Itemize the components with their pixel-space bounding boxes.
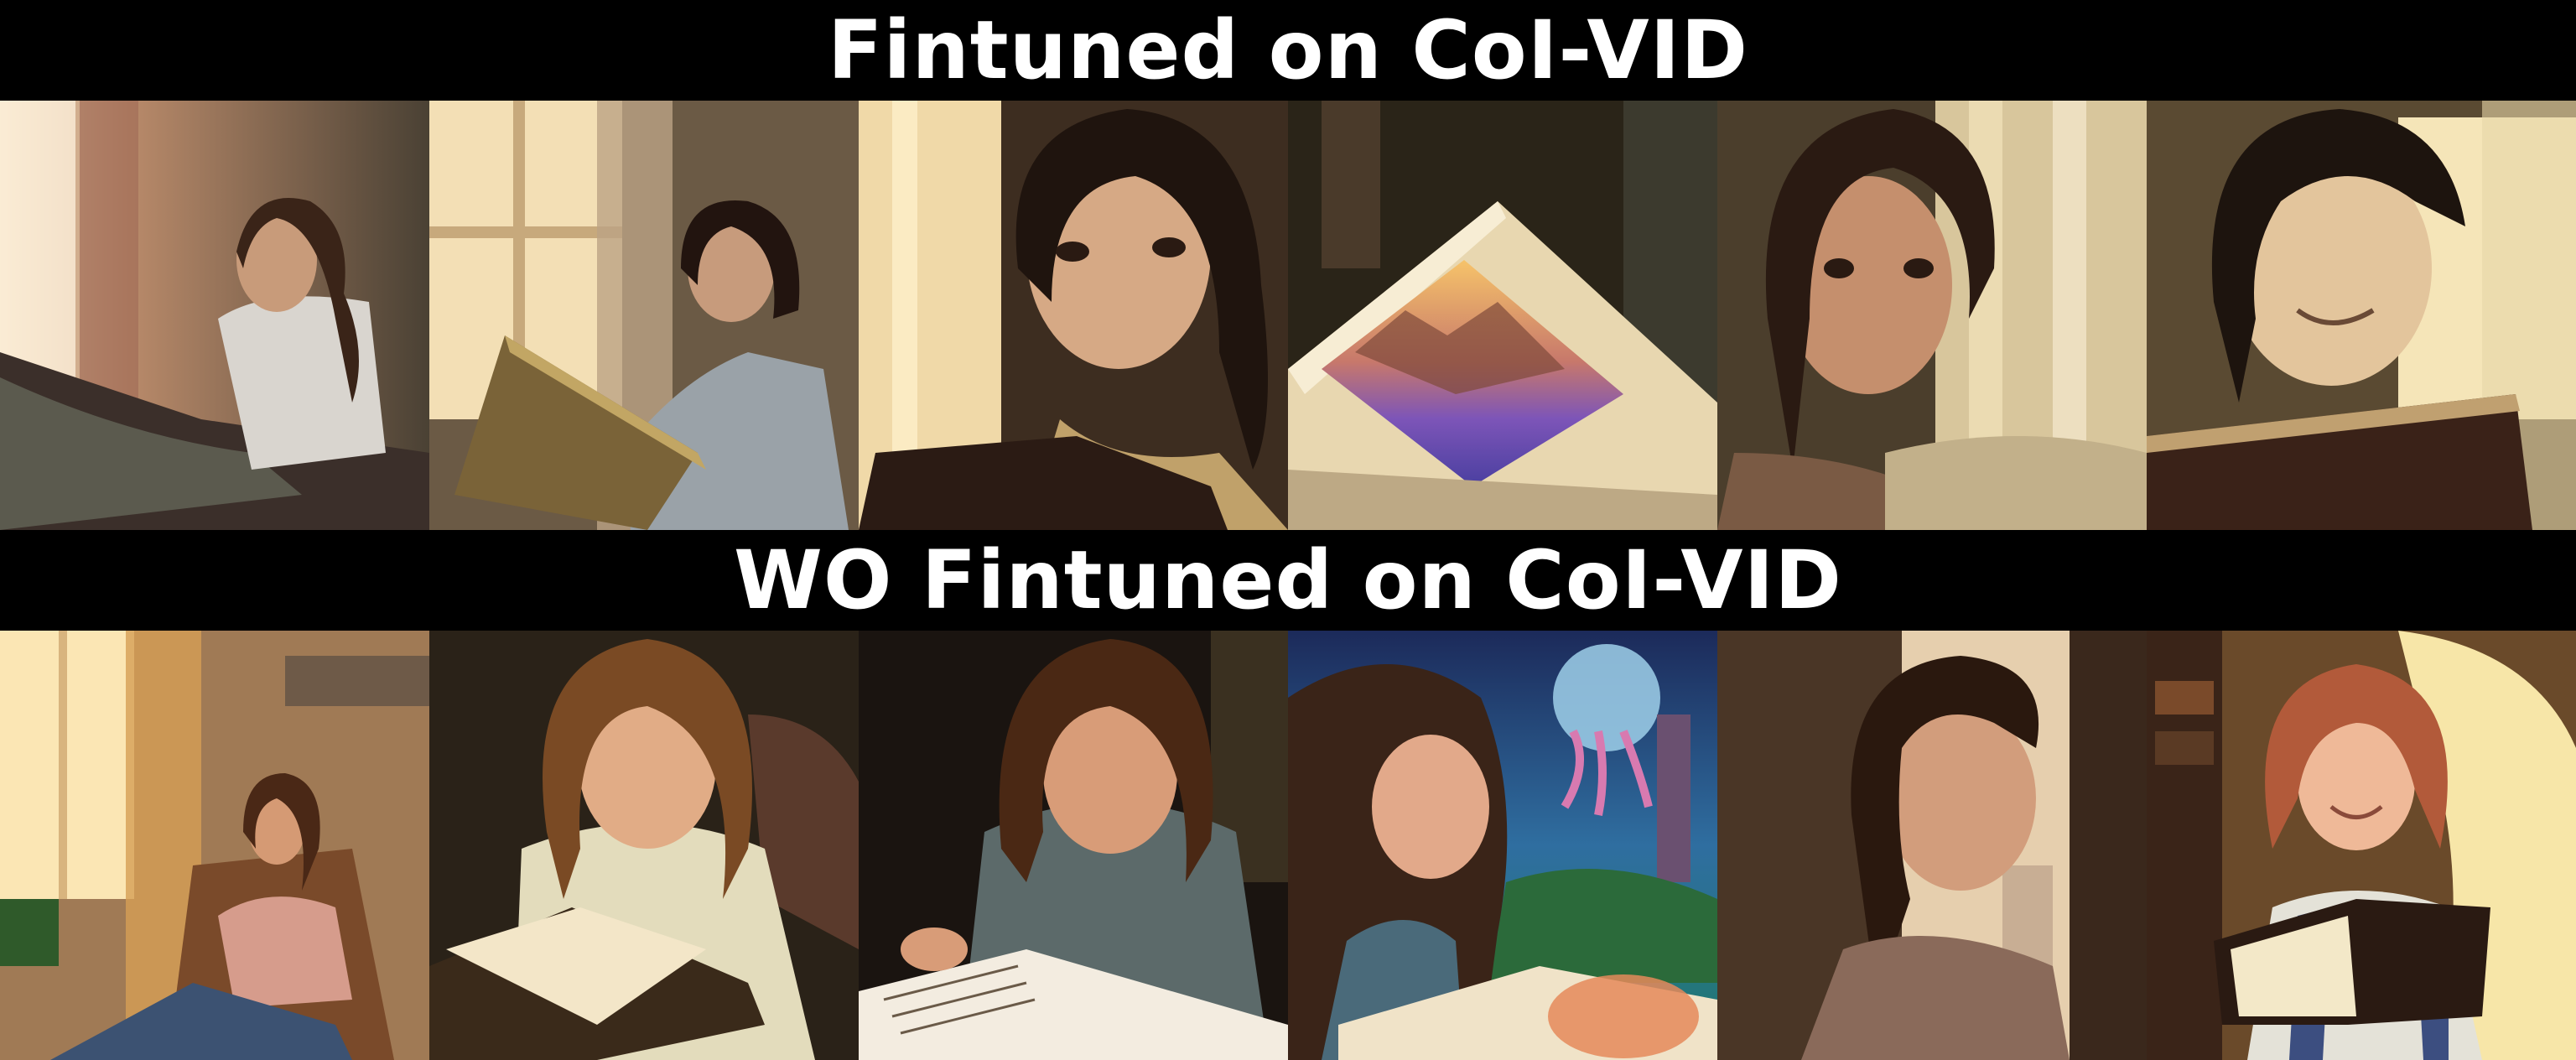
frame-image	[0, 101, 429, 530]
woman-closeup-with-book-image	[859, 101, 1288, 530]
woman-reading-book-in-chair-image	[429, 631, 859, 1060]
woman-in-armchair-by-window-image	[0, 101, 429, 530]
row-header-without-finetune: WO Fintuned on CoI-VID	[0, 530, 2576, 631]
frame-image	[1288, 101, 1717, 530]
frame-image	[1288, 631, 1717, 1060]
woman-smiling-with-book-image	[2147, 101, 2576, 530]
comparison-figure: Fintuned on CoI-VID WO Fintuned on CoI-V…	[0, 0, 2576, 1060]
frame-image	[2147, 631, 2576, 1060]
frame-image	[429, 101, 859, 530]
woman-with-fantasy-book-scene-image	[1288, 631, 1717, 1060]
open-book-with-landscape-picture-image	[1288, 101, 1717, 530]
frame-row-finetuned	[0, 101, 2576, 530]
girl-smiling-with-book-image	[2147, 631, 2576, 1060]
woman-reading-book-by-window-image	[429, 101, 859, 530]
frame-image	[1717, 101, 2147, 530]
frame-image	[859, 631, 1288, 1060]
woman-reading-book-at-table-image	[859, 631, 1288, 1060]
woman-in-armchair-by-window-image	[0, 631, 429, 1060]
frame-image	[1717, 631, 2147, 1060]
row-title: Fintuned on CoI-VID	[827, 3, 1749, 97]
frame-image	[429, 631, 859, 1060]
frame-image	[2147, 101, 2576, 530]
frame-image	[859, 101, 1288, 530]
row-header-finetuned: Fintuned on CoI-VID	[0, 0, 2576, 101]
woman-closeup-by-curtain-image	[1717, 101, 2147, 530]
frame-image	[0, 631, 429, 1060]
row-title: WO Fintuned on CoI-VID	[734, 533, 1842, 627]
frame-row-without-finetune	[0, 631, 2576, 1060]
woman-profile-by-window-image	[1717, 631, 2147, 1060]
